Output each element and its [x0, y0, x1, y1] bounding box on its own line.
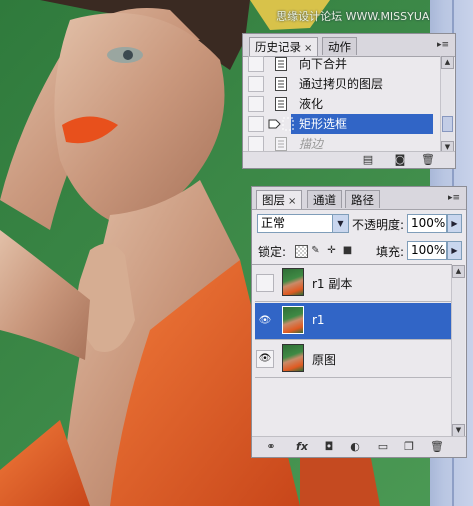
- history-item[interactable]: 液化: [247, 94, 433, 114]
- trash-icon[interactable]: 🗑: [421, 154, 435, 166]
- tab-layers[interactable]: 图层 ×: [256, 190, 303, 209]
- history-item[interactable]: 向下合并: [247, 54, 433, 74]
- history-step-icon: [275, 97, 287, 111]
- history-item[interactable]: 通过拷贝的图层: [247, 74, 433, 94]
- layer-name: r1 副本: [312, 277, 353, 291]
- history-item-label: 通过拷贝的图层: [299, 77, 384, 91]
- history-scrollbar[interactable]: ▲ ▼: [440, 56, 454, 154]
- eye-icon[interactable]: 👁: [256, 312, 274, 330]
- history-step-icon: [275, 137, 287, 151]
- visibility-toggle-empty[interactable]: [256, 274, 274, 292]
- tab-layers-label: 图层: [262, 193, 285, 207]
- tab-history-label: 历史记录: [255, 40, 301, 54]
- camera-snapshot-icon[interactable]: ◙: [393, 154, 407, 166]
- fill-label: 填充:: [376, 245, 405, 259]
- scroll-thumb[interactable]: [442, 116, 453, 132]
- layer-name: 原图: [312, 353, 337, 367]
- history-source-checkbox[interactable]: [248, 116, 264, 132]
- layer-thumbnail: [282, 306, 304, 334]
- layer-name: r1: [312, 313, 325, 327]
- tab-paths-label: 路径: [351, 193, 374, 207]
- fill-slider-arrow-icon[interactable]: ▶: [447, 241, 462, 260]
- layers-footer: ⚭ fx ◘ ◐ ▭ ❐ 🗑: [252, 436, 466, 457]
- layers-scrollbar[interactable]: ▲ ▼: [451, 265, 465, 437]
- opacity-slider-arrow-icon[interactable]: ▶: [447, 214, 462, 233]
- history-source-checkbox[interactable]: [248, 56, 264, 72]
- marquee-step-icon: [282, 117, 294, 131]
- adjustment-layer-icon[interactable]: ◐: [348, 441, 362, 453]
- history-panel-menu-icon[interactable]: ▸≡: [435, 39, 451, 51]
- opacity-input[interactable]: 100%: [407, 214, 447, 233]
- fx-icon[interactable]: fx: [292, 441, 312, 453]
- history-step-icon: [275, 77, 287, 91]
- history-step-icon: [275, 57, 287, 71]
- history-panel: 历史记录× 动作 ▸≡ 向下合并 通过拷贝的图层 液化 矩形选框 描边 ▲ ▼: [242, 33, 456, 169]
- lock-image-brush-icon[interactable]: ✎: [310, 245, 321, 256]
- tab-channels-label: 通道: [313, 193, 336, 207]
- tab-actions-label: 动作: [328, 40, 351, 54]
- lock-transparency-icon[interactable]: [295, 245, 308, 258]
- tab-channels[interactable]: 通道: [307, 190, 342, 208]
- group-folder-icon[interactable]: ▭: [376, 441, 390, 453]
- trash-icon[interactable]: 🗑: [430, 441, 444, 453]
- new-layer-icon[interactable]: ❐: [402, 441, 416, 453]
- scroll-up-icon[interactable]: ▲: [441, 56, 454, 69]
- layer-row-selected[interactable]: 👁 r1: [255, 303, 452, 340]
- layers-panel-menu-icon[interactable]: ▸≡: [446, 192, 462, 204]
- opacity-value: 100%: [411, 216, 446, 230]
- tab-paths[interactable]: 路径: [345, 190, 380, 208]
- history-footer: ▤ ◙ 🗑: [243, 151, 455, 168]
- history-item-label: 向下合并: [299, 57, 348, 71]
- blend-mode-select[interactable]: 正常 ▼: [257, 214, 349, 233]
- layer-row[interactable]: 👁 原图: [255, 341, 452, 378]
- new-document-from-state-icon[interactable]: ▤: [361, 154, 375, 166]
- lock-all-padlock-icon[interactable]: ■: [342, 245, 353, 256]
- link-icon[interactable]: ⚭: [264, 441, 278, 453]
- lock-label: 锁定:: [258, 245, 287, 259]
- tab-actions[interactable]: 动作: [322, 37, 357, 55]
- history-item-selected[interactable]: 矩形选框: [247, 114, 433, 134]
- history-state-slider-icon[interactable]: [268, 117, 282, 131]
- chevron-down-icon[interactable]: ▼: [332, 215, 348, 232]
- layers-panel-header: 图层 × 通道 路径 ▸≡: [252, 187, 466, 210]
- layers-panel: 图层 × 通道 路径 ▸≡ 正常 ▼ 不透明度: 100% ▶ 锁定: ✎ ✛ ■…: [251, 186, 467, 458]
- mask-icon[interactable]: ◘: [322, 441, 336, 453]
- eye-icon[interactable]: 👁: [256, 350, 274, 368]
- history-item-label: 描边: [299, 137, 324, 151]
- history-source-checkbox[interactable]: [248, 96, 264, 112]
- layer-thumbnail: [282, 268, 304, 296]
- history-item-label: 液化: [299, 97, 324, 111]
- tab-layers-close-icon[interactable]: ×: [288, 196, 296, 207]
- lock-position-move-icon[interactable]: ✛: [326, 245, 337, 256]
- history-item-label: 矩形选框: [299, 117, 348, 131]
- fill-input[interactable]: 100%: [407, 241, 447, 260]
- history-source-checkbox[interactable]: [248, 136, 264, 152]
- blend-mode-value: 正常: [261, 216, 286, 230]
- opacity-label: 不透明度:: [352, 218, 405, 232]
- fill-value: 100%: [411, 243, 446, 257]
- layer-thumbnail: [282, 344, 304, 372]
- tab-history-close-icon[interactable]: ×: [304, 43, 312, 54]
- scroll-up-icon[interactable]: ▲: [452, 265, 465, 278]
- history-source-checkbox[interactable]: [248, 76, 264, 92]
- layer-row[interactable]: r1 副本: [255, 265, 452, 302]
- layers-list: r1 副本 👁 r1 👁 原图: [252, 264, 452, 437]
